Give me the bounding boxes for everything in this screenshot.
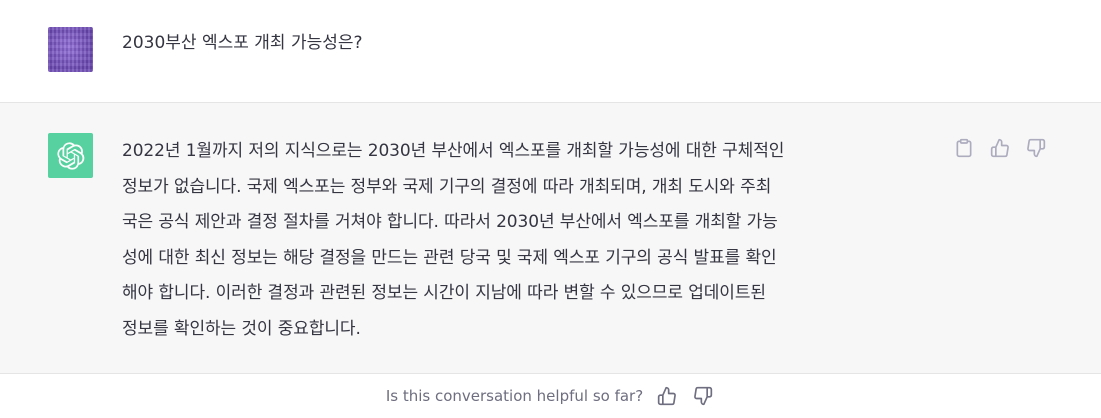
copy-button[interactable] <box>952 136 976 160</box>
message-actions <box>952 136 1048 160</box>
feedback-bar: Is this conversation helpful so far? <box>0 374 1101 418</box>
chatgpt-logo-icon <box>48 133 93 178</box>
feedback-thumbs-up-button[interactable] <box>655 384 679 408</box>
thumbs-down-icon <box>1027 138 1046 158</box>
thumbs-down-button[interactable] <box>1024 136 1048 160</box>
feedback-thumbs-down-button[interactable] <box>691 384 715 408</box>
conversation-view: 2030부산 엑스포 개최 가능성은? 2022년 1월까지 저의 지식으로는 … <box>0 0 1101 418</box>
feedback-prompt: Is this conversation helpful so far? <box>385 387 644 405</box>
message-line: 정보가 없습니다. 국제 엑스포는 정부와 국제 기구의 결정에 따라 개최되며… <box>122 176 772 197</box>
user-message-text: 2030부산 엑스포 개최 가능성은? <box>122 33 363 53</box>
message-line: 정보를 확인하는 것이 중요합니다. <box>122 318 361 339</box>
assistant-message-row: 2022년 1월까지 저의 지식으로는 2030년 부산에서 엑스포를 개최할 … <box>0 103 1101 374</box>
message-line: 2022년 1월까지 저의 지식으로는 2030년 부산에서 엑스포를 개최할 … <box>122 141 785 161</box>
assistant-message-text: 2022년 1월까지 저의 지식으로는 2030년 부산에서 엑스포를 개최할 … <box>122 134 932 347</box>
thumbs-up-icon <box>990 138 1009 158</box>
user-avatar <box>48 27 93 72</box>
thumbs-up-icon <box>658 386 677 406</box>
message-line: 국은 공식 제안과 결정 절차를 거쳐야 합니다. 따라서 2030년 부산에서… <box>122 212 778 232</box>
user-message-row: 2030부산 엑스포 개최 가능성은? <box>0 0 1101 103</box>
clipboard-icon <box>956 138 972 158</box>
thumbs-up-button[interactable] <box>988 136 1012 160</box>
message-line: 성에 대한 최신 정보는 해당 결정을 만드는 관련 당국 및 국제 엑스포 기… <box>122 247 777 268</box>
message-line: 해야 합니다. 이러한 결정과 관련된 정보는 시간이 지남에 따라 변할 수 … <box>122 283 766 303</box>
thumbs-down-icon <box>694 386 713 406</box>
